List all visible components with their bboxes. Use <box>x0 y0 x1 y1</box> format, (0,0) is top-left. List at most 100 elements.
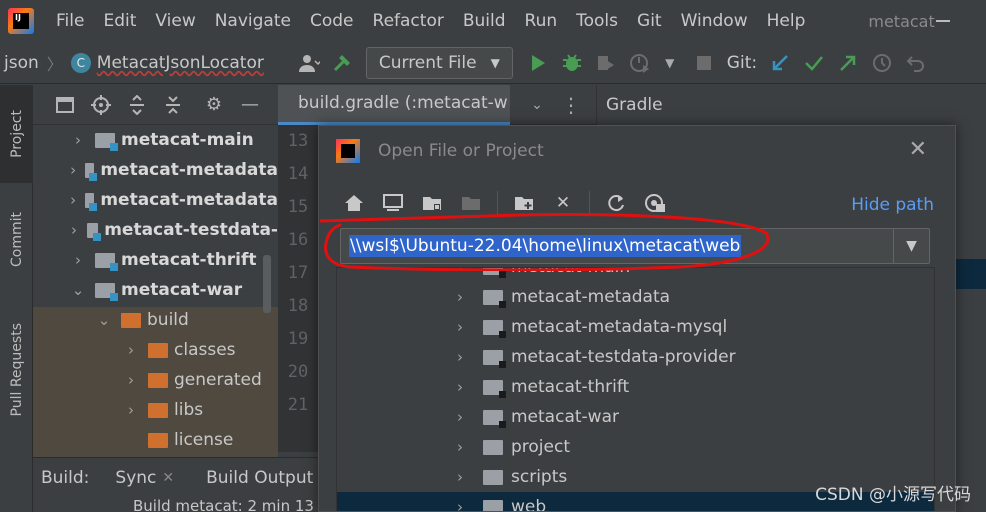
project-toolbar: ⚙ — <box>33 85 278 125</box>
list-item[interactable]: › metacat-testdata-provider <box>337 342 934 372</box>
hide-panel-icon[interactable]: — <box>237 92 263 118</box>
chevron-right-icon[interactable]: › <box>457 438 463 456</box>
menu-navigate[interactable]: Navigate <box>215 11 291 31</box>
run-configuration-select[interactable]: Current File ▼ <box>365 46 513 79</box>
chevron-down-icon[interactable]: ⌄ <box>69 281 87 299</box>
project-view-icon[interactable] <box>52 92 78 118</box>
tree-row[interactable]: › metacat-thrift <box>33 245 278 275</box>
chevron-right-icon[interactable]: › <box>69 251 87 269</box>
tree-row[interactable]: › metacat-testdata- <box>33 215 278 245</box>
tree-row[interactable]: ⌄ metacat-war <box>33 275 278 305</box>
run-with-coverage-icon[interactable] <box>593 50 619 76</box>
tree-row-label: generated <box>174 370 262 390</box>
profiler-icon[interactable] <box>627 50 653 76</box>
project-directory-icon[interactable] <box>419 190 445 216</box>
module-directory-icon[interactable] <box>458 190 484 216</box>
path-input-value[interactable]: \\wsl$\Ubuntu-22.04\home\linux\metacat\w… <box>349 235 742 257</box>
menu-refactor[interactable]: Refactor <box>373 11 444 31</box>
chevron-right-icon[interactable]: › <box>457 498 463 511</box>
project-scrollbar[interactable] <box>263 255 271 313</box>
chevron-right-icon[interactable]: › <box>457 408 463 426</box>
more-run-options-chevron-icon[interactable]: ▼ <box>657 50 683 76</box>
build-hammer-icon[interactable] <box>330 50 356 76</box>
list-item[interactable]: › metacat-thrift <box>337 372 934 402</box>
minimize-icon[interactable] <box>936 20 950 22</box>
gear-icon[interactable]: ⚙ <box>201 92 227 118</box>
tree-row[interactable]: › generated <box>33 365 278 395</box>
tree-row[interactable]: › classes <box>33 335 278 365</box>
menu-view[interactable]: View <box>155 11 195 31</box>
git-commit-icon[interactable] <box>801 50 827 76</box>
desktop-icon[interactable] <box>380 190 406 216</box>
list-item[interactable]: › project <box>337 432 934 462</box>
breadcrumb-class[interactable]: MetacatJsonLocator <box>97 53 264 73</box>
chevron-right-icon[interactable]: › <box>69 221 79 239</box>
chevron-down-icon[interactable]: ▼ <box>893 229 929 263</box>
list-item-label: metacat-testdata-provider <box>511 347 736 367</box>
tree-row[interactable]: ⌄ build <box>33 305 278 335</box>
stop-icon[interactable] <box>691 50 717 76</box>
list-item[interactable]: › metacat-war <box>337 402 934 432</box>
tree-row[interactable]: › metacat-metadata <box>33 185 278 215</box>
show-hidden-files-icon[interactable] <box>642 190 668 216</box>
breadcrumb-json[interactable]: json <box>4 53 39 73</box>
line-number: 21 <box>287 395 309 415</box>
menu-code[interactable]: Code <box>310 11 354 31</box>
chevron-right-icon[interactable]: › <box>457 378 463 396</box>
locate-file-icon[interactable] <box>88 92 114 118</box>
collapse-all-icon[interactable] <box>160 92 186 118</box>
chevron-right-icon[interactable]: › <box>457 268 463 276</box>
close-icon[interactable]: ✕ <box>162 470 174 486</box>
menu-tools[interactable]: Tools <box>576 11 618 31</box>
tree-row[interactable]: › metacat-metadata <box>33 155 278 185</box>
menu-edit[interactable]: Edit <box>103 11 136 31</box>
chevron-down-icon[interactable]: ⌄ <box>95 311 113 329</box>
project-tool-tab[interactable]: Project <box>0 85 33 183</box>
run-icon[interactable] <box>525 50 551 76</box>
menu-git[interactable]: Git <box>637 11 662 31</box>
tab-list-chevron-icon[interactable]: ⌄ <box>524 92 550 118</box>
list-item[interactable]: › metacat-main <box>337 268 934 282</box>
home-icon[interactable] <box>341 190 367 216</box>
chevron-right-icon[interactable]: › <box>457 288 463 306</box>
folder-icon <box>148 342 168 358</box>
refresh-icon[interactable] <box>603 190 629 216</box>
chevron-right-icon[interactable]: › <box>122 401 140 419</box>
expand-all-icon[interactable] <box>124 92 150 118</box>
editor-tab-build-gradle[interactable]: build.gradle (:metacat-w <box>278 84 510 125</box>
chevron-right-icon[interactable]: › <box>69 161 77 179</box>
git-update-icon[interactable] <box>767 50 793 76</box>
menu-window[interactable]: Window <box>681 11 748 31</box>
rollback-icon[interactable] <box>903 50 929 76</box>
more-options-icon[interactable]: ⋮ <box>558 92 584 118</box>
list-item[interactable]: › metacat-metadata <box>337 282 934 312</box>
chevron-right-icon[interactable]: › <box>457 468 463 486</box>
pull-requests-tool-tab[interactable]: Pull Requests <box>0 307 33 432</box>
git-push-icon[interactable] <box>835 50 861 76</box>
chevron-right-icon[interactable]: › <box>122 341 140 359</box>
history-icon[interactable] <box>869 50 895 76</box>
commit-tool-tab[interactable]: Commit <box>0 193 33 285</box>
list-item[interactable]: › metacat-metadata-mysql <box>337 312 934 342</box>
chevron-right-icon[interactable]: › <box>457 318 463 336</box>
tree-row[interactable]: › metacat-main <box>33 125 278 155</box>
tab-sync[interactable]: Sync <box>115 468 156 488</box>
path-input[interactable]: \\wsl$\Ubuntu-22.04\home\linux\metacat\w… <box>340 228 930 264</box>
menu-build[interactable]: Build <box>463 11 506 31</box>
chevron-right-icon[interactable]: › <box>69 131 87 149</box>
chevron-right-icon[interactable]: › <box>457 348 463 366</box>
tree-row[interactable]: › libs <box>33 395 278 425</box>
chevron-right-icon[interactable]: › <box>122 371 140 389</box>
tree-row[interactable]: license <box>33 425 278 455</box>
hide-path-link[interactable]: Hide path <box>851 195 934 215</box>
tab-build-output[interactable]: Build Output <box>206 468 313 488</box>
close-icon[interactable]: ✕ <box>909 137 927 162</box>
menu-help[interactable]: Help <box>767 11 806 31</box>
menu-run[interactable]: Run <box>525 11 558 31</box>
chevron-right-icon[interactable]: › <box>69 191 77 209</box>
debug-icon[interactable] <box>559 50 585 76</box>
user-icon[interactable] <box>296 50 322 76</box>
new-folder-icon[interactable] <box>511 190 537 216</box>
menu-file[interactable]: File <box>56 11 84 31</box>
delete-icon[interactable]: ✕ <box>550 190 576 216</box>
